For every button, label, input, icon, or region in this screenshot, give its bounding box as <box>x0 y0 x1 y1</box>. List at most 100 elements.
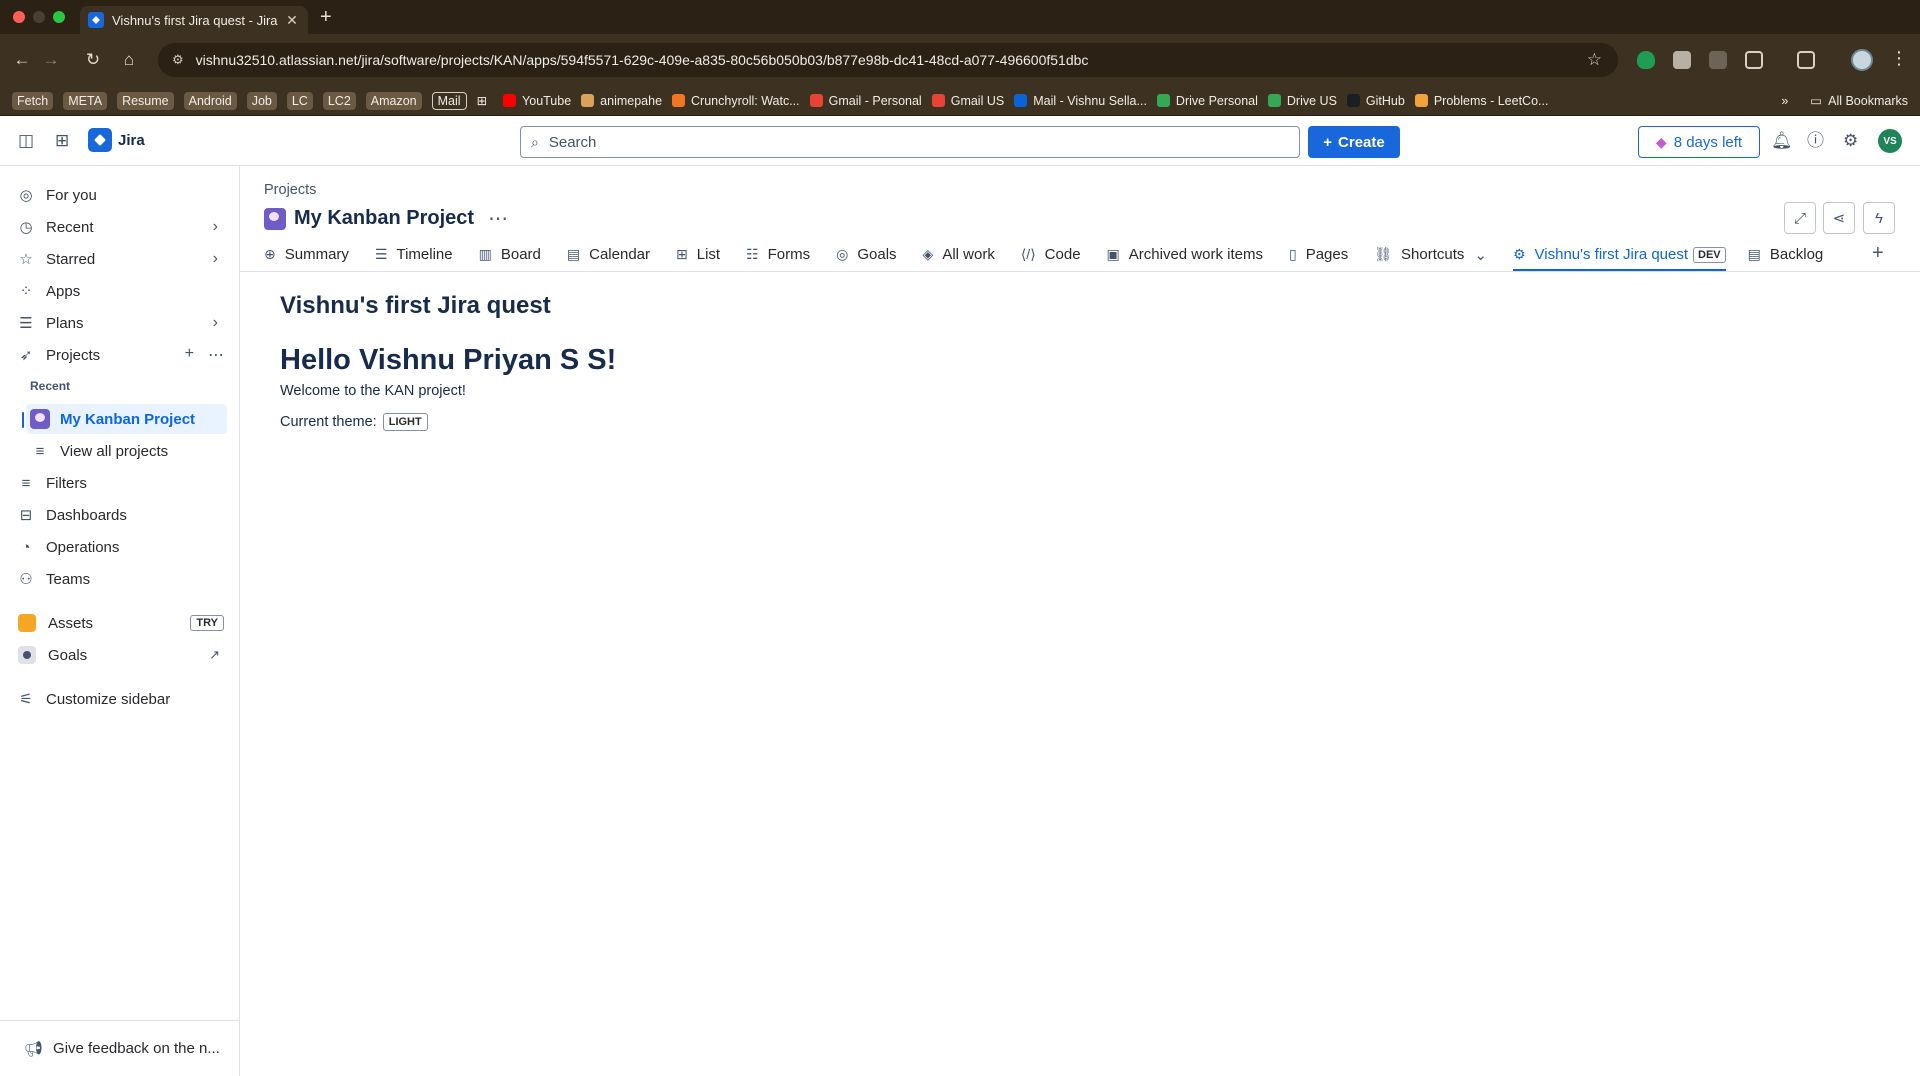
user-avatar[interactable]: VS <box>1878 129 1902 153</box>
browser-tab-bar: Vishnu's first Jira quest - Jira ✕ + <box>0 0 1920 34</box>
tab-goals[interactable]: ◎ Goals <box>836 240 896 272</box>
back-arrow-icon[interactable]: ← <box>11 50 33 70</box>
more-options-icon[interactable]: ⋯ <box>488 206 509 231</box>
bookmark-star-icon[interactable]: ☆ <box>1587 50 1602 70</box>
share-icon[interactable]: ⋖ <box>1823 202 1855 234</box>
forward-arrow-icon[interactable]: → <box>40 50 62 70</box>
sidebar-item-starred[interactable]: ☆ Starred › <box>16 244 228 274</box>
sidebar-item-my-kanban-project[interactable]: My Kanban Project <box>26 404 227 434</box>
bookmark-item[interactable]: Android <box>183 91 237 110</box>
window-zoom-button[interactable] <box>53 11 65 23</box>
tab-all-work[interactable]: ◈ All work <box>923 240 995 272</box>
trial-days-button[interactable]: ◆ 8 days left <box>1638 126 1760 158</box>
tab-timeline[interactable]: ☰ Timeline <box>375 240 453 272</box>
tab-pages[interactable]: ▯ Pages <box>1289 240 1348 272</box>
backlog-icon: ▤ <box>1747 246 1761 262</box>
sidebar-item-dashboards[interactable]: ⊟ Dashboards <box>16 500 228 530</box>
tab-archived-work-items[interactable]: ▣ Archived work items <box>1107 240 1263 272</box>
bookmark-item[interactable]: LC2 <box>322 91 356 110</box>
sidebar-item-teams[interactable]: ⚇ Teams <box>16 564 228 594</box>
assets-icon <box>18 614 36 632</box>
breadcrumb[interactable]: Projects <box>264 182 316 198</box>
more-bookmarks-icon[interactable]: » <box>1781 94 1788 108</box>
notifications-bell-icon[interactable]: 🔔︎ <box>1771 132 1793 150</box>
tab-backlog[interactable]: ▤ Backlog <box>1748 240 1824 272</box>
extension-icon[interactable] <box>1709 51 1727 69</box>
add-project-plus-icon[interactable]: + <box>185 345 194 365</box>
sidebar-item-for-you[interactable]: ◎ For you <box>16 180 228 210</box>
sidebar-item-view-all-projects[interactable]: ≡ View all projects <box>30 436 228 466</box>
bookmark-item[interactable]: Gmail US <box>931 94 1004 108</box>
settings-gear-icon[interactable]: ⚙ <box>1843 132 1858 150</box>
sidebar-item-operations[interactable]: ◔ Operations <box>16 532 228 562</box>
extension-icon[interactable] <box>1673 51 1691 69</box>
reading-list-icon[interactable] <box>1797 51 1815 69</box>
all-bookmarks[interactable]: » ▭ All Bookmarks <box>1781 93 1908 109</box>
create-button[interactable]: + Create <box>1308 126 1400 158</box>
bookmark-item[interactable]: Amazon <box>365 91 422 110</box>
bookmark-item[interactable]: GitHub <box>1346 94 1405 108</box>
puzzle-extensions-icon[interactable] <box>1745 51 1763 69</box>
help-icon[interactable]: ⓘ <box>1807 132 1824 150</box>
site-settings-icon[interactable]: ⚙ <box>172 52 184 68</box>
bookmark-item[interactable]: Problems - LeetCo... <box>1414 94 1548 108</box>
tab-shortcuts[interactable]: ⛓ Shortcuts ⌄ <box>1374 240 1487 272</box>
bookmark-item[interactable]: Gmail - Personal <box>809 94 922 108</box>
bookmark-item[interactable]: Fetch <box>12 91 54 110</box>
feedback-button[interactable]: 📢︎ Give feedback on the n... <box>0 1020 239 1076</box>
bookmark-item[interactable]: Resume <box>117 91 174 110</box>
address-bar[interactable]: ⚙ vishnu32510.atlassian.net/jira/softwar… <box>158 43 1618 77</box>
fullscreen-icon[interactable]: ⤢ <box>1784 202 1816 234</box>
chevron-right-icon[interactable]: › <box>213 314 218 332</box>
sidebar-item-plans[interactable]: ☰ Plans › <box>16 308 228 338</box>
bookmark-item[interactable]: META <box>63 91 108 110</box>
sidebar-item-projects[interactable]: ➶ Projects + ⋯ <box>16 340 228 370</box>
tab-board[interactable]: ▥ Board <box>479 240 541 272</box>
bookmark-item[interactable]: animepahe <box>581 94 662 108</box>
sidebar-item-customize[interactable]: ⚟ Customize sidebar <box>16 684 228 714</box>
tab-calendar[interactable]: ▤ Calendar <box>567 240 650 272</box>
shield-extension-icon[interactable] <box>1637 51 1655 69</box>
search-input[interactable] <box>548 133 1299 151</box>
bookmark-item[interactable]: Job <box>246 91 277 110</box>
sidebar-item-filters[interactable]: ≡ Filters <box>16 468 228 498</box>
browser-menu-icon[interactable]: ⋮ <box>1890 48 1908 69</box>
bookmark-item[interactable]: Mail - Vishnu Sella... <box>1014 94 1147 108</box>
window-close-button[interactable] <box>13 11 25 23</box>
chevron-right-icon[interactable]: › <box>213 218 218 236</box>
browser-profile-avatar[interactable] <box>1851 49 1873 71</box>
bookmark-item[interactable]: Mail <box>431 91 467 110</box>
sidebar-item-goals[interactable]: Goals ↗ <box>18 640 230 670</box>
add-tab-plus-icon[interactable]: + <box>1872 242 1884 265</box>
browser-tab-active[interactable]: Vishnu's first Jira quest - Jira ✕ <box>80 6 308 34</box>
sidebar-item-assets[interactable]: Assets TRY <box>18 608 230 638</box>
window-minimize-button[interactable] <box>33 11 45 23</box>
tab-forms[interactable]: ☷ Forms <box>746 240 810 272</box>
chevron-down-icon[interactable]: ⌄ <box>1474 246 1487 264</box>
reload-icon[interactable]: ↻ <box>82 50 104 70</box>
tab-close-icon[interactable]: ✕ <box>284 12 300 29</box>
bookmark-item[interactable]: Drive Personal <box>1156 94 1258 108</box>
tab-list[interactable]: ⊞ List <box>676 240 720 272</box>
tab-summary[interactable]: ⊕ Summary <box>264 240 349 272</box>
automation-lightning-icon[interactable]: ϟ <box>1863 202 1895 234</box>
new-tab-icon[interactable]: + <box>320 7 332 27</box>
app-name[interactable]: Jira <box>118 132 145 149</box>
bookmark-item[interactable]: Drive US <box>1267 94 1337 108</box>
bookmark-item[interactable]: YouTube <box>503 94 571 108</box>
app-switcher-icon[interactable]: ⊞ <box>55 132 69 150</box>
jira-logo-icon[interactable] <box>88 128 112 152</box>
tab-vishnus-first-jira-quest[interactable]: ⚙ Vishnu's first Jira quest DEV <box>1512 240 1726 272</box>
home-icon[interactable]: ⌂ <box>118 50 140 70</box>
sidebar-item-apps[interactable]: ⁘ Apps <box>16 276 228 306</box>
sidebar-item-recent[interactable]: ◷ Recent › <box>16 212 228 242</box>
tab-groups-icon[interactable]: ⊞ <box>477 93 487 108</box>
more-options-icon[interactable]: ⋯ <box>208 345 224 365</box>
chevron-right-icon[interactable]: › <box>213 250 218 268</box>
search-bar[interactable]: ⌕ <box>520 126 1300 158</box>
bookmark-item[interactable]: LC <box>286 91 313 110</box>
tab-code[interactable]: ⟨/⟩ Code <box>1021 240 1081 272</box>
bookmark-item[interactable]: Crunchyroll: Watc... <box>672 94 800 108</box>
sidebar-toggle-icon[interactable]: ◫ <box>18 132 34 150</box>
external-link-icon[interactable]: ↗ <box>209 647 220 663</box>
